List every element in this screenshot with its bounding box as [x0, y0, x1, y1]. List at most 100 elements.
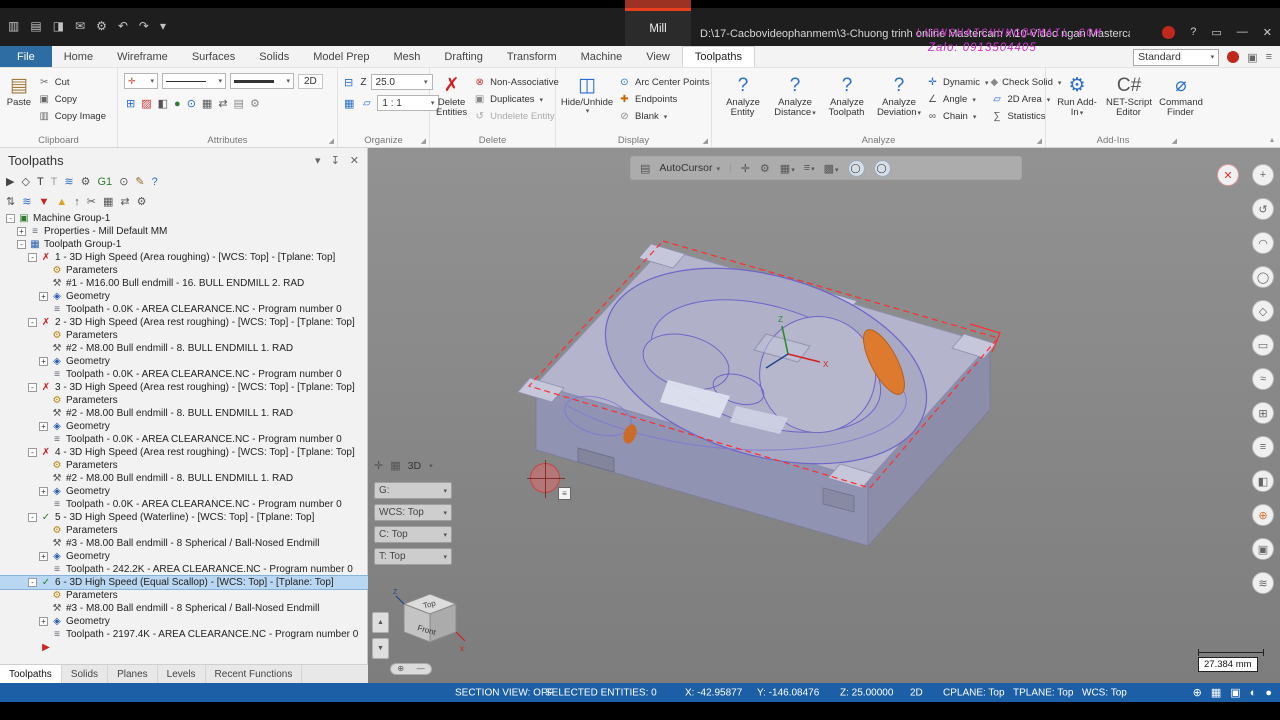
tree-row[interactable]: + ◈ Geometry: [0, 485, 368, 498]
tree-row[interactable]: - ✗ 3 - 3D High Speed (Area rest roughin…: [0, 381, 368, 394]
tree-row[interactable]: ≡ Toolpath - 0.0K - AREA CLEARANCE.NC - …: [0, 498, 368, 511]
tree-expander-icon[interactable]: -: [28, 318, 37, 327]
tree-row[interactable]: ⚙ Parameters: [0, 394, 368, 407]
viewport-tool-button[interactable]: ▭: [1252, 334, 1274, 356]
zoom-pill[interactable]: ⊕ —: [390, 663, 432, 675]
analyze-entity-button[interactable]: ? Analyze Entity: [718, 73, 768, 124]
tab-file[interactable]: File: [0, 46, 52, 67]
tree-expander-icon[interactable]: +: [39, 357, 48, 366]
attribute-icon[interactable]: ●: [174, 98, 181, 110]
tree-expander-icon[interactable]: -: [28, 513, 37, 522]
tree-row[interactable]: + ◈ Geometry: [0, 550, 368, 563]
tab-home[interactable]: Home: [52, 46, 105, 67]
wcs-selector[interactable]: WCS: Top ▾: [374, 504, 452, 521]
run-addin-button[interactable]: ⚙ Run Add-In▾: [1052, 73, 1102, 119]
swap-icon[interactable]: ⇄: [120, 196, 129, 208]
tree-row[interactable]: ⚒ #1 - M16.00 Bull endmill - 16. BULL EN…: [0, 277, 368, 290]
attribute-icon[interactable]: ▨: [141, 97, 151, 110]
tree-row[interactable]: + ◈ Geometry: [0, 615, 368, 628]
redo-icon[interactable]: ↷: [139, 19, 149, 33]
new-file-icon[interactable]: ▤: [30, 19, 41, 33]
tree-expander-icon[interactable]: -: [17, 240, 26, 249]
tree-row[interactable]: ⚙ Parameters: [0, 589, 368, 602]
save-icon[interactable]: ▥: [8, 19, 19, 33]
attribute-icon[interactable]: ▤: [234, 97, 244, 110]
tree-row[interactable]: ⚙ Parameters: [0, 329, 368, 342]
menu-icon[interactable]: ≡: [1266, 51, 1272, 63]
move-insert-up-icon[interactable]: ▲: [56, 196, 67, 208]
reorder-icon[interactable]: ⇅: [6, 196, 15, 208]
tree-row[interactable]: - ▦ Toolpath Group-1: [0, 238, 368, 251]
tree-row[interactable]: ≡ Toolpath - 242.2K - AREA CLEARANCE.NC …: [0, 563, 368, 576]
help-button[interactable]: ?: [1190, 26, 1196, 39]
tree-row[interactable]: + ◈ Geometry: [0, 290, 368, 303]
tree-expander-icon[interactable]: +: [39, 422, 48, 431]
panel-tab-toolpaths[interactable]: Toolpaths: [0, 665, 62, 683]
tree-row[interactable]: ⚒ #2 - M8.00 Bull endmill - 8. BULL ENDM…: [0, 342, 368, 355]
tab-toolpaths[interactable]: Toolpaths: [681, 46, 755, 67]
contrast-toggle-icon[interactable]: ◐: [1250, 687, 1257, 699]
scroll-up-button[interactable]: ▲: [372, 612, 389, 633]
regen-all-icon[interactable]: ≋: [22, 196, 31, 208]
tab-mesh[interactable]: Mesh: [381, 46, 432, 67]
viewport-tool-button[interactable]: ⊕: [1252, 504, 1274, 526]
grid-snap-icon[interactable]: ▦▾: [780, 162, 795, 175]
move-insert-down-icon[interactable]: ▼: [38, 196, 49, 208]
exit-function-button[interactable]: ✕: [1217, 164, 1239, 186]
viewport-tool-button[interactable]: ◯: [1252, 266, 1274, 288]
tree-row[interactable]: - ✓ 5 - 3D High Speed (Waterline) - [WCS…: [0, 511, 368, 524]
scroll-down-button[interactable]: ▼: [372, 638, 389, 659]
copy-button[interactable]: ▣ Copy: [38, 92, 111, 107]
line-style-combo[interactable]: ▾: [162, 73, 226, 89]
edit-icon[interactable]: ✎: [135, 176, 144, 188]
tree-row[interactable]: + ≡ Properties - Mill Default MM: [0, 225, 368, 238]
select-arrow-icon[interactable]: ▶: [6, 176, 14, 188]
tree-row[interactable]: ≡ Toolpath - 0.0K - AREA CLEARANCE.NC - …: [0, 368, 368, 381]
help-icon[interactable]: ?: [152, 176, 158, 188]
duplicates-button[interactable]: ▣ Duplicates ▾: [473, 92, 564, 107]
maximize-button[interactable]: ▭: [1211, 26, 1221, 39]
attribute-icon[interactable]: ⊙: [187, 97, 196, 110]
tab-surfaces[interactable]: Surfaces: [180, 46, 247, 67]
gview-axes-icon[interactable]: ✛: [374, 459, 383, 472]
endpoints-button[interactable]: ✚ Endpoints: [618, 92, 714, 107]
options-icon[interactable]: ⚙: [96, 19, 107, 33]
tree-row[interactable]: + ◈ Geometry: [0, 355, 368, 368]
verify-icon[interactable]: ⊙: [119, 176, 128, 188]
hatch-select-icon[interactable]: ▩▾: [824, 162, 839, 175]
paste-button[interactable]: ▤ Paste: [6, 73, 32, 124]
analyze-distance-button[interactable]: ? Analyze Distance▾: [770, 73, 820, 124]
tree-row[interactable]: ⚒ #3 - M8.00 Ball endmill - 8 Spherical …: [0, 602, 368, 615]
model-3d[interactable]: Z X: [368, 148, 1280, 683]
tree-row[interactable]: ⚙ Parameters: [0, 264, 368, 277]
viewport-tool-button[interactable]: ◠: [1252, 232, 1274, 254]
tree-expander-icon[interactable]: -: [28, 578, 37, 587]
gview-label[interactable]: 3D: [408, 460, 421, 472]
line-width-combo[interactable]: ▾: [230, 73, 294, 89]
tab-view[interactable]: View: [634, 46, 682, 67]
tree-row[interactable]: - ✗ 4 - 3D High Speed (Area rest roughin…: [0, 446, 368, 459]
cplane-selector[interactable]: C: Top ▾: [374, 526, 452, 543]
tab-transform[interactable]: Transform: [495, 46, 569, 67]
tree-expander-icon[interactable]: -: [6, 214, 15, 223]
machine-settings-icon[interactable]: ⚙: [81, 176, 91, 188]
gview-selector[interactable]: G: ▾: [374, 482, 452, 499]
dialog-launcher-icon[interactable]: ◢: [703, 137, 708, 145]
view-cube[interactable]: Top Front Z x: [392, 586, 470, 664]
levels-icon[interactable]: ⊟: [344, 76, 354, 89]
monitor-icon[interactable]: ▣: [1230, 686, 1240, 699]
arc-center-points-button[interactable]: ⊙ Arc Center Points: [618, 75, 714, 90]
customize-quick-access-icon[interactable]: ▾: [160, 19, 166, 33]
toolpath-options-icon[interactable]: ⚙: [137, 196, 147, 208]
undelete-entity-button[interactable]: ↺ Undelete Entity: [473, 109, 564, 124]
tree-row[interactable]: - ▣ Machine Group-1: [0, 212, 368, 225]
selection-settings-icon[interactable]: ⚙: [760, 162, 771, 175]
tree-row[interactable]: ⚒ #2 - M8.00 Bull endmill - 8. BULL ENDM…: [0, 472, 368, 485]
collapse-ribbon-icon[interactable]: ▴: [1270, 135, 1274, 144]
2d-3d-mode-button[interactable]: 2D: [298, 73, 323, 89]
status-dot-icon[interactable]: ●: [1265, 687, 1272, 699]
tree-row[interactable]: ≡ Toolpath - 2197.4K - AREA CLEARANCE.NC…: [0, 628, 368, 641]
zip2go-icon[interactable]: ✉: [75, 19, 85, 33]
tree-expander-icon[interactable]: +: [39, 292, 48, 301]
dynamic-button[interactable]: ✛ Dynamic ▾: [926, 75, 988, 90]
